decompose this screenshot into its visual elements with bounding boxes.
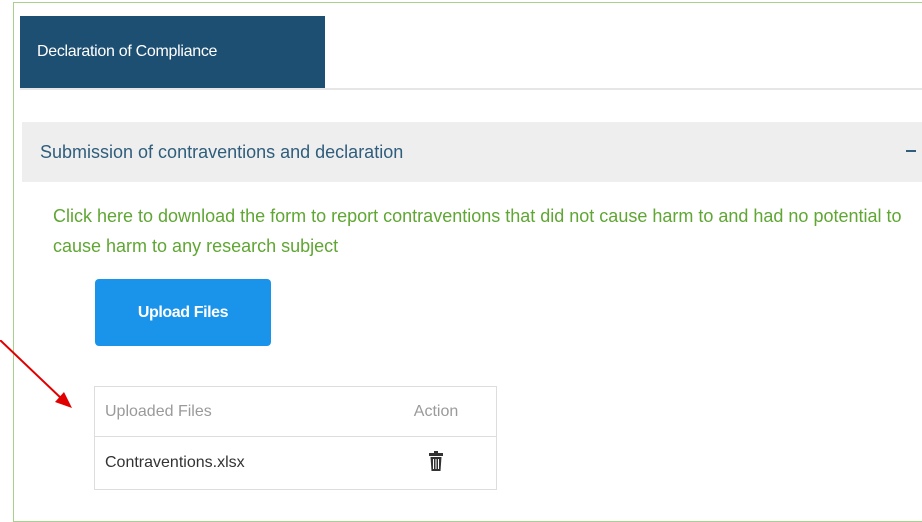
column-header-action: Action xyxy=(376,386,497,437)
table-row: Contraventions.xlsx xyxy=(94,436,497,490)
table-header-row: Uploaded Files Action xyxy=(94,386,497,437)
uploaded-files-table: Uploaded Files Action Contraventions.xls… xyxy=(94,386,497,490)
accordion-title: Submission of contraventions and declara… xyxy=(40,142,404,162)
upload-files-button[interactable]: Upload Files xyxy=(95,279,271,346)
trash-icon[interactable] xyxy=(429,450,443,476)
annotation-arrow xyxy=(0,340,72,408)
tab-declaration-of-compliance[interactable]: Declaration of Compliance xyxy=(20,16,325,88)
tab-strip: Declaration of Compliance xyxy=(20,16,922,90)
download-form-link[interactable]: Click here to download the form to repor… xyxy=(53,201,903,261)
column-header-uploaded-files: Uploaded Files xyxy=(94,386,376,437)
file-name-cell: Contraventions.xlsx xyxy=(94,436,376,490)
minus-icon[interactable] xyxy=(906,150,916,152)
action-cell xyxy=(376,436,497,490)
accordion-header[interactable]: Submission of contraventions and declara… xyxy=(22,122,922,182)
